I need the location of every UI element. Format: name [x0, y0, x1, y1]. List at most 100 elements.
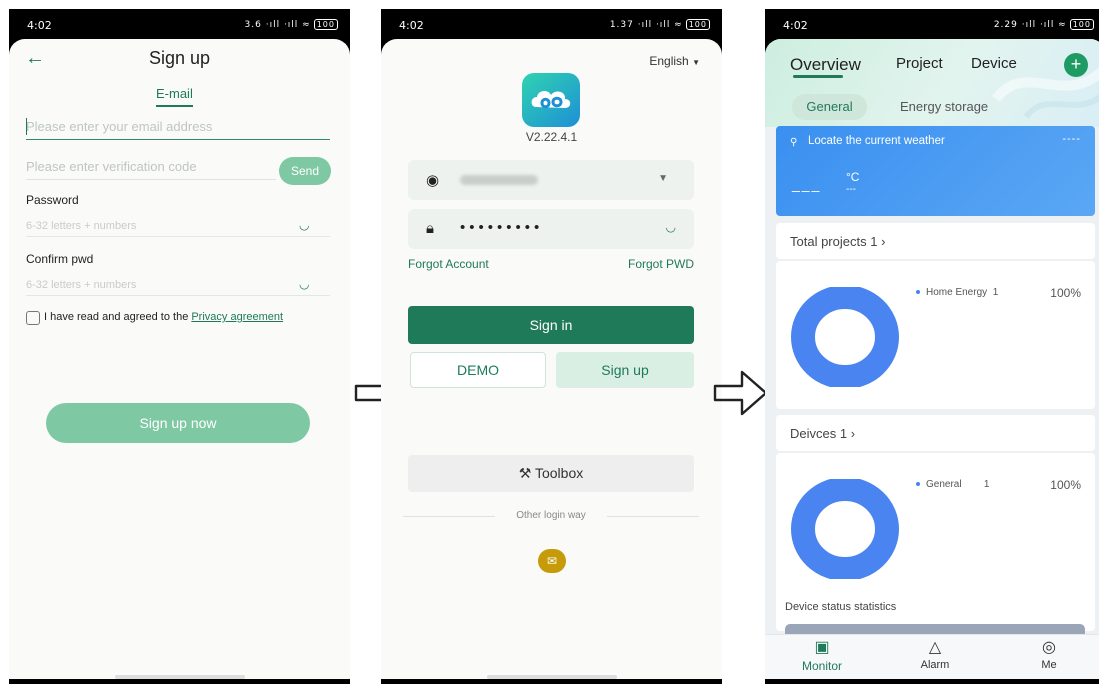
wrench-icon: ⚒︎ [518, 465, 532, 481]
forgot-account-link[interactable]: Forgot Account [408, 257, 489, 271]
temperature-unit: °C [846, 170, 860, 184]
devices-legend: General 1 [916, 479, 989, 490]
legend-dot [916, 290, 920, 295]
status-time: 4:02 [399, 19, 424, 32]
caret-down-icon: ▼ [692, 58, 700, 67]
confirm-password-label: Confirm pwd [26, 252, 94, 266]
eye-closed-icon[interactable]: ◡ [666, 220, 676, 234]
projects-legend-label: Home Energy [926, 287, 988, 298]
user-icon: ◉ [426, 172, 440, 189]
devices-header-card[interactable]: Deivces 1 › [776, 415, 1095, 451]
cloud-logo-icon [531, 91, 571, 109]
toolbox-button[interactable]: ⚒︎ Toolbox [408, 455, 694, 492]
legend-dot [916, 482, 920, 487]
weather-card[interactable]: ⚲ Locate the current weather ---- ___ °C… [776, 126, 1095, 216]
blurred-account [460, 175, 538, 185]
tab-device[interactable]: Device [971, 55, 1017, 72]
text-cursor [26, 118, 27, 135]
status-bar: 4:02 2.29 ‧ıll ‧ıll ≈100 [765, 9, 1099, 39]
nav-me[interactable]: ◎ Me [1009, 637, 1089, 671]
projects-legend: Home Energy 1 [916, 287, 998, 298]
overview-phone: 4:02 2.29 ‧ıll ‧ıll ≈100 Overview Projec… [765, 9, 1099, 684]
app-version: V2.22.4.1 [525, 130, 578, 144]
privacy-agreement-link[interactable]: Privacy agreement [191, 311, 283, 323]
weather-locate-text: Locate the current weather [808, 135, 945, 147]
verification-code-field[interactable]: Please enter verification code [26, 159, 276, 180]
language-label: English [649, 54, 689, 68]
subtab-energy-storage[interactable]: Energy storage [900, 94, 988, 120]
location-pin-icon: ⚲ [790, 137, 798, 148]
battery-icon: 100 [1069, 19, 1094, 30]
password-field[interactable]: 6-32 letters + numbers [26, 220, 330, 237]
active-tab-indicator [793, 75, 843, 78]
signin-screen: English ▼ V2.22.4.1 ◉ ▼ 🔒︎ ••••••••• ◡ F… [381, 39, 722, 679]
projects-percent: 100% [1050, 286, 1081, 300]
projects-chart-card: Home Energy 1 100% [776, 261, 1095, 409]
chevron-right-icon: › [881, 234, 886, 249]
overview-screen: Overview Project Device + General Energy… [765, 39, 1099, 679]
add-button[interactable]: + [1064, 53, 1088, 77]
password-field[interactable]: 🔒︎ ••••••••• ◡ [408, 209, 694, 249]
devices-donut-chart [791, 479, 899, 579]
eye-closed-icon[interactable]: ◡ [299, 277, 309, 291]
nav-alarm[interactable]: △ Alarm [895, 637, 975, 671]
home-indicator[interactable] [114, 675, 245, 679]
signup-phone: 4:02 3.6 ‧ıll ‧ıll ≈100 ← Sign up E-mail… [9, 9, 350, 684]
sign-up-now-button[interactable]: Sign up now [46, 403, 310, 443]
status-time: 4:02 [783, 19, 808, 32]
agree-checkbox[interactable] [26, 311, 40, 325]
bottom-nav: ▣ Monitor △ Alarm ◎ Me [765, 634, 1099, 679]
projects-header-card[interactable]: Total projects 1 › [776, 223, 1095, 259]
account-field[interactable]: ◉ ▼ [408, 160, 694, 200]
confirm-password-field[interactable]: 6-32 letters + numbers [26, 279, 330, 296]
decorative-swirl [992, 66, 1099, 119]
signal-text: 2.29 ‧ıll ‧ıll ≈ [993, 20, 1067, 30]
sign-up-button[interactable]: Sign up [556, 352, 694, 388]
bell-icon: △ [928, 639, 942, 656]
eye-closed-icon[interactable]: ◡ [299, 218, 309, 232]
email-field[interactable]: Please enter your email address [26, 119, 330, 140]
battery-icon: 100 [685, 19, 710, 30]
agreement-text: I have read and agreed to the Privacy agr… [44, 311, 283, 323]
home-indicator[interactable] [486, 675, 617, 679]
signup-screen: ← Sign up E-mail Please enter your email… [9, 39, 350, 679]
mail-login-icon[interactable]: ✉ [538, 549, 566, 573]
device-status-bar [785, 624, 1085, 634]
send-code-button[interactable]: Send [279, 157, 331, 185]
right-arrow-icon [713, 370, 768, 416]
caret-down-icon[interactable]: ▼ [658, 173, 668, 184]
nav-me-label: Me [1041, 659, 1057, 671]
status-time: 4:02 [27, 19, 52, 32]
status-bar: 4:02 3.6 ‧ıll ‧ıll ≈100 [9, 9, 350, 39]
tab-overview[interactable]: Overview [790, 55, 861, 75]
page-title: Sign up [148, 48, 211, 68]
status-bar: 4:02 1.37 ‧ıll ‧ıll ≈100 [381, 9, 722, 39]
other-login-divider: Other login way [403, 510, 699, 521]
tab-email[interactable]: E-mail [156, 86, 193, 107]
projects-donut-chart [791, 287, 899, 387]
sign-in-button[interactable]: Sign in [408, 306, 694, 344]
nav-monitor[interactable]: ▣ Monitor [782, 637, 862, 673]
devices-legend-label: General [926, 479, 962, 490]
forgot-pwd-link[interactable]: Forgot PWD [628, 257, 694, 271]
signal-text: 3.6 ‧ıll ‧ıll ≈ [244, 20, 311, 30]
weather-placeholder: ---- [1062, 133, 1081, 145]
signin-phone: 4:02 1.37 ‧ıll ‧ıll ≈100 English ▼ V2.22… [381, 9, 722, 684]
signal-icons: 3.6 ‧ıll ‧ıll ≈100 [245, 19, 338, 30]
devices-legend-count: 1 [983, 479, 990, 490]
chevron-right-icon: › [850, 426, 856, 441]
nav-alarm-label: Alarm [920, 659, 950, 671]
toolbox-label: Toolbox [534, 465, 584, 481]
user-icon: ◎ [1042, 639, 1056, 656]
monitor-icon: ▣ [814, 639, 830, 656]
language-selector[interactable]: English ▼ [649, 54, 700, 68]
projects-title-text: Total projects 1 [790, 234, 878, 249]
app-logo [522, 73, 580, 127]
devices-title-text: Deivces 1 [790, 426, 848, 441]
tab-project[interactable]: Project [896, 55, 943, 72]
password-dots: ••••••••• [460, 219, 544, 236]
subtab-general[interactable]: General [792, 94, 867, 120]
demo-button[interactable]: DEMO [410, 352, 546, 388]
battery-icon: 100 [313, 19, 338, 30]
devices-title: Deivces 1 › [790, 426, 855, 441]
